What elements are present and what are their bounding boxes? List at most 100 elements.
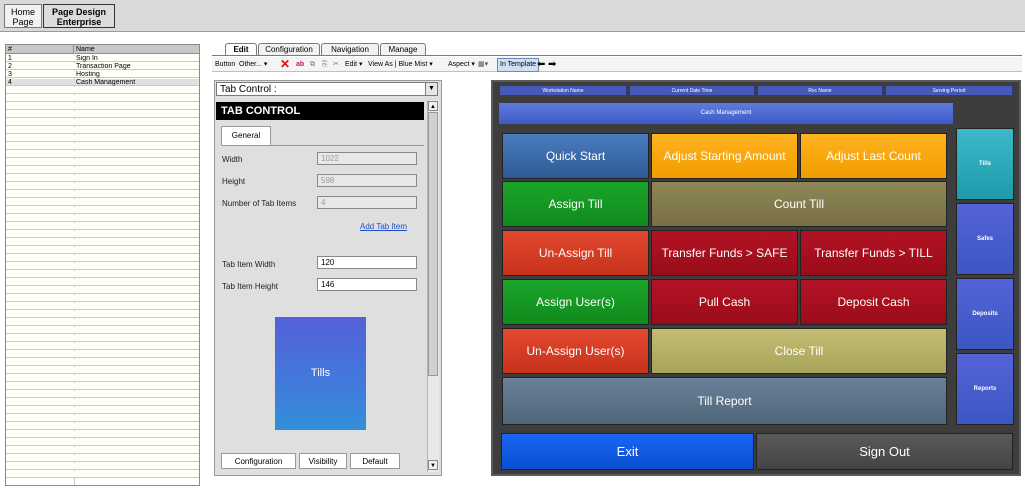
table-row[interactable] xyxy=(6,471,199,478)
side-tab-reports[interactable]: Reports xyxy=(956,353,1014,425)
tab-bottom-default[interactable]: Default xyxy=(350,453,400,469)
cut-icon[interactable]: ✂ xyxy=(333,57,339,72)
table-row[interactable] xyxy=(6,343,199,350)
grid-icon[interactable]: ▦▾ xyxy=(478,57,488,72)
close-till-button[interactable]: Close Till xyxy=(651,328,947,374)
view-as-dropdown[interactable]: View As | Blue Mist ▾ xyxy=(368,57,433,72)
pull-cash-button[interactable]: Pull Cash xyxy=(651,279,798,325)
edit-dropdown[interactable]: Edit ▾ xyxy=(345,57,363,72)
table-row[interactable] xyxy=(6,255,199,262)
table-row[interactable] xyxy=(6,191,199,198)
table-row[interactable] xyxy=(6,327,199,334)
table-row[interactable] xyxy=(6,295,199,302)
tab-bottom-visibility[interactable]: Visibility xyxy=(299,453,347,469)
table-row[interactable] xyxy=(6,351,199,358)
table-row[interactable] xyxy=(6,439,199,446)
unassign-users-button[interactable]: Un-Assign User(s) xyxy=(502,328,649,374)
copy-icon[interactable]: ⧉ xyxy=(310,57,315,72)
table-row[interactable] xyxy=(6,319,199,326)
table-row[interactable] xyxy=(6,207,199,214)
table-row[interactable] xyxy=(6,287,199,294)
table-row[interactable] xyxy=(6,407,199,414)
table-row[interactable] xyxy=(6,143,199,150)
paste-icon[interactable]: ⎘ xyxy=(322,57,328,72)
table-row[interactable] xyxy=(6,263,199,270)
table-row[interactable] xyxy=(6,103,199,110)
table-row[interactable]: 3 Hosting xyxy=(6,71,199,78)
table-row[interactable] xyxy=(6,279,199,286)
table-row[interactable] xyxy=(6,399,199,406)
table-row[interactable] xyxy=(6,359,199,366)
chevron-down-icon[interactable]: ▼ xyxy=(425,83,437,95)
text-style-icon[interactable]: ab xyxy=(296,57,304,72)
table-row[interactable] xyxy=(6,239,199,246)
tab-page-design[interactable]: Page Design Enterprise xyxy=(43,4,115,28)
table-row[interactable] xyxy=(6,423,199,430)
arrow-left-icon[interactable]: ⬅ xyxy=(537,57,545,72)
table-row[interactable] xyxy=(6,151,199,158)
button-dropdown[interactable]: Button xyxy=(215,57,235,72)
height-field[interactable]: 598 xyxy=(317,174,417,187)
width-field[interactable]: 1022 xyxy=(317,152,417,165)
transfer-funds-safe-button[interactable]: Transfer Funds > SAFE xyxy=(651,230,798,276)
side-tab-safes[interactable]: Safes xyxy=(956,203,1014,275)
tab-item-height-field[interactable]: 146 xyxy=(317,278,417,291)
table-row[interactable] xyxy=(6,223,199,230)
table-row[interactable]: 1 Sign In xyxy=(6,55,199,62)
scroll-thumb[interactable] xyxy=(428,112,438,376)
table-row[interactable] xyxy=(6,391,199,398)
table-row[interactable] xyxy=(6,87,199,94)
tab-bottom-configuration[interactable]: Configuration xyxy=(221,453,296,469)
table-row[interactable] xyxy=(6,95,199,102)
delete-icon[interactable]: ✕ xyxy=(280,57,290,72)
sign-out-button[interactable]: Sign Out xyxy=(756,433,1013,470)
table-row[interactable] xyxy=(6,199,199,206)
aspect-dropdown[interactable]: Aspect ▾ xyxy=(448,57,475,72)
table-row[interactable] xyxy=(6,375,199,382)
till-report-button[interactable]: Till Report xyxy=(502,377,947,425)
tab-item-width-field[interactable]: 120 xyxy=(317,256,417,269)
arrow-right-icon[interactable]: ➡ xyxy=(548,57,556,72)
control-selector[interactable]: Tab Control : ▼ xyxy=(216,82,438,96)
grid-header-name[interactable]: Name xyxy=(74,45,199,54)
other-dropdown[interactable]: Other... ▾ xyxy=(239,57,267,72)
scroll-down-icon[interactable]: ▼ xyxy=(428,460,438,470)
adjust-starting-amount-button[interactable]: Adjust Starting Amount xyxy=(651,133,798,179)
num-tab-items-field[interactable]: 4 xyxy=(317,196,417,209)
table-row[interactable] xyxy=(6,127,199,134)
table-row[interactable] xyxy=(6,311,199,318)
assign-users-button[interactable]: Assign User(s) xyxy=(502,279,649,325)
quick-start-button[interactable]: Quick Start xyxy=(502,133,649,179)
table-row[interactable] xyxy=(6,135,199,142)
table-row[interactable] xyxy=(6,455,199,462)
count-till-button[interactable]: Count Till xyxy=(651,181,947,227)
deposit-cash-button[interactable]: Deposit Cash xyxy=(800,279,947,325)
table-row[interactable] xyxy=(6,111,199,118)
table-row[interactable] xyxy=(6,303,199,310)
table-row[interactable] xyxy=(6,167,199,174)
table-row[interactable] xyxy=(6,447,199,454)
table-row[interactable] xyxy=(6,247,199,254)
table-row[interactable] xyxy=(6,215,199,222)
add-tab-item-link[interactable]: Add Tab Item xyxy=(360,222,407,231)
table-row[interactable]: 2 Transaction Page xyxy=(6,63,199,70)
assign-till-button[interactable]: Assign Till xyxy=(502,181,649,227)
table-row[interactable] xyxy=(6,183,199,190)
table-row[interactable] xyxy=(6,175,199,182)
table-row[interactable] xyxy=(6,431,199,438)
in-template-toggle[interactable]: In Template xyxy=(497,58,540,72)
side-tab-tills[interactable]: Tills xyxy=(956,128,1014,200)
tab-home-page[interactable]: Home Page xyxy=(4,4,42,28)
table-row[interactable] xyxy=(6,383,199,390)
table-row[interactable] xyxy=(6,159,199,166)
table-row[interactable] xyxy=(6,335,199,342)
exit-button[interactable]: Exit xyxy=(501,433,754,470)
scroll-up-icon[interactable]: ▲ xyxy=(428,101,438,111)
table-row[interactable] xyxy=(6,415,199,422)
table-row[interactable]: 4 Cash Management xyxy=(6,79,199,86)
table-row[interactable] xyxy=(6,271,199,278)
unassign-till-button[interactable]: Un-Assign Till xyxy=(502,230,649,276)
transfer-funds-till-button[interactable]: Transfer Funds > TILL xyxy=(800,230,947,276)
table-row[interactable] xyxy=(6,231,199,238)
table-row[interactable] xyxy=(6,367,199,374)
